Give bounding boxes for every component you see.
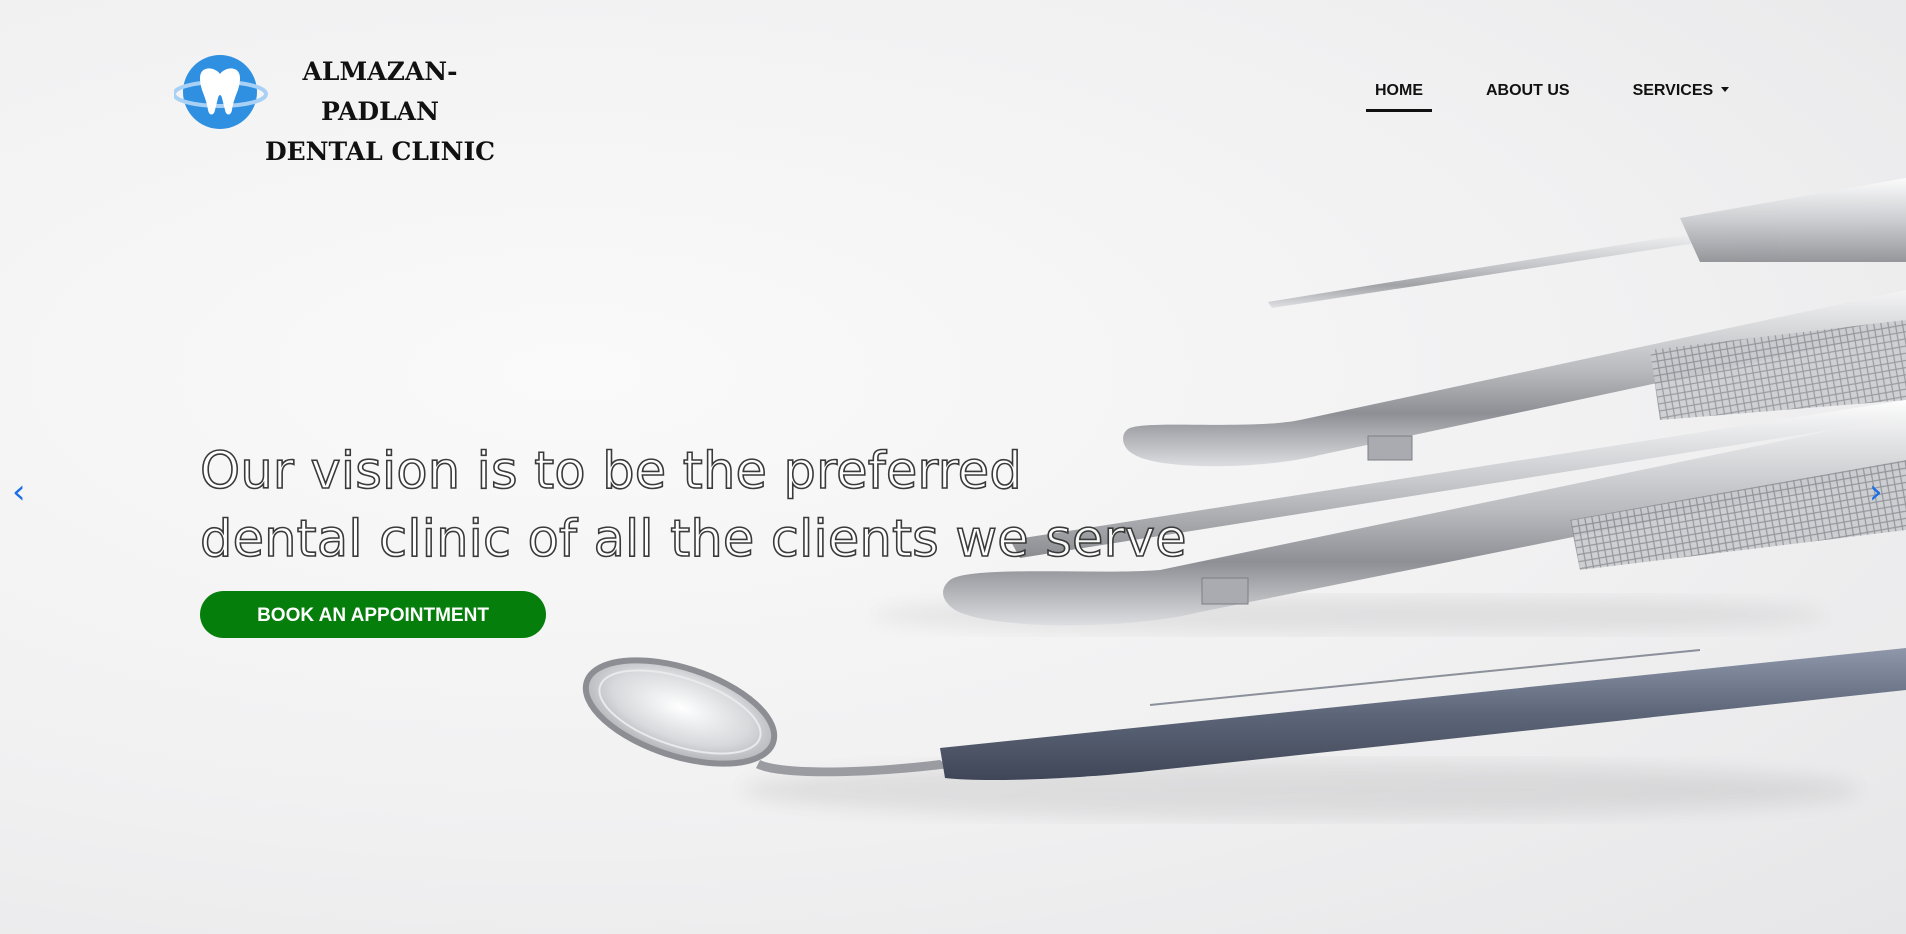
site-header: ALMAZAN-PADLAN DENTAL CLINIC HOME ABOUT … [0, 0, 1906, 166]
main-navigation: HOME ABOUT US SERVICES [1366, 78, 1738, 112]
hero-headline: Our vision is to be the preferred dental… [199, 438, 1187, 574]
nav-home[interactable]: HOME [1366, 78, 1432, 112]
hero-headline-line2: dental clinic of all the clients we serv… [199, 509, 1187, 570]
clinic-name-line2: DENTAL CLINIC [264, 137, 496, 166]
tooth-logo-icon[interactable] [174, 54, 270, 134]
nav-services[interactable]: SERVICES [1624, 78, 1739, 112]
nav-services-label: SERVICES [1632, 82, 1714, 99]
clinic-name[interactable]: ALMAZAN-PADLAN DENTAL CLINIC [258, 52, 502, 172]
nav-about-us[interactable]: ABOUT US [1477, 78, 1579, 112]
dropdown-caret-icon [1721, 87, 1730, 92]
carousel-prev-arrow-icon[interactable]: ‹ [12, 472, 26, 512]
clinic-name-line1: ALMAZAN-PADLAN [302, 57, 458, 126]
hero-headline-line1: Our vision is to be the preferred [199, 441, 1022, 502]
carousel-next-arrow-icon[interactable]: › [1869, 472, 1883, 512]
book-appointment-button[interactable]: BOOK AN APPOINTMENT [200, 591, 546, 638]
